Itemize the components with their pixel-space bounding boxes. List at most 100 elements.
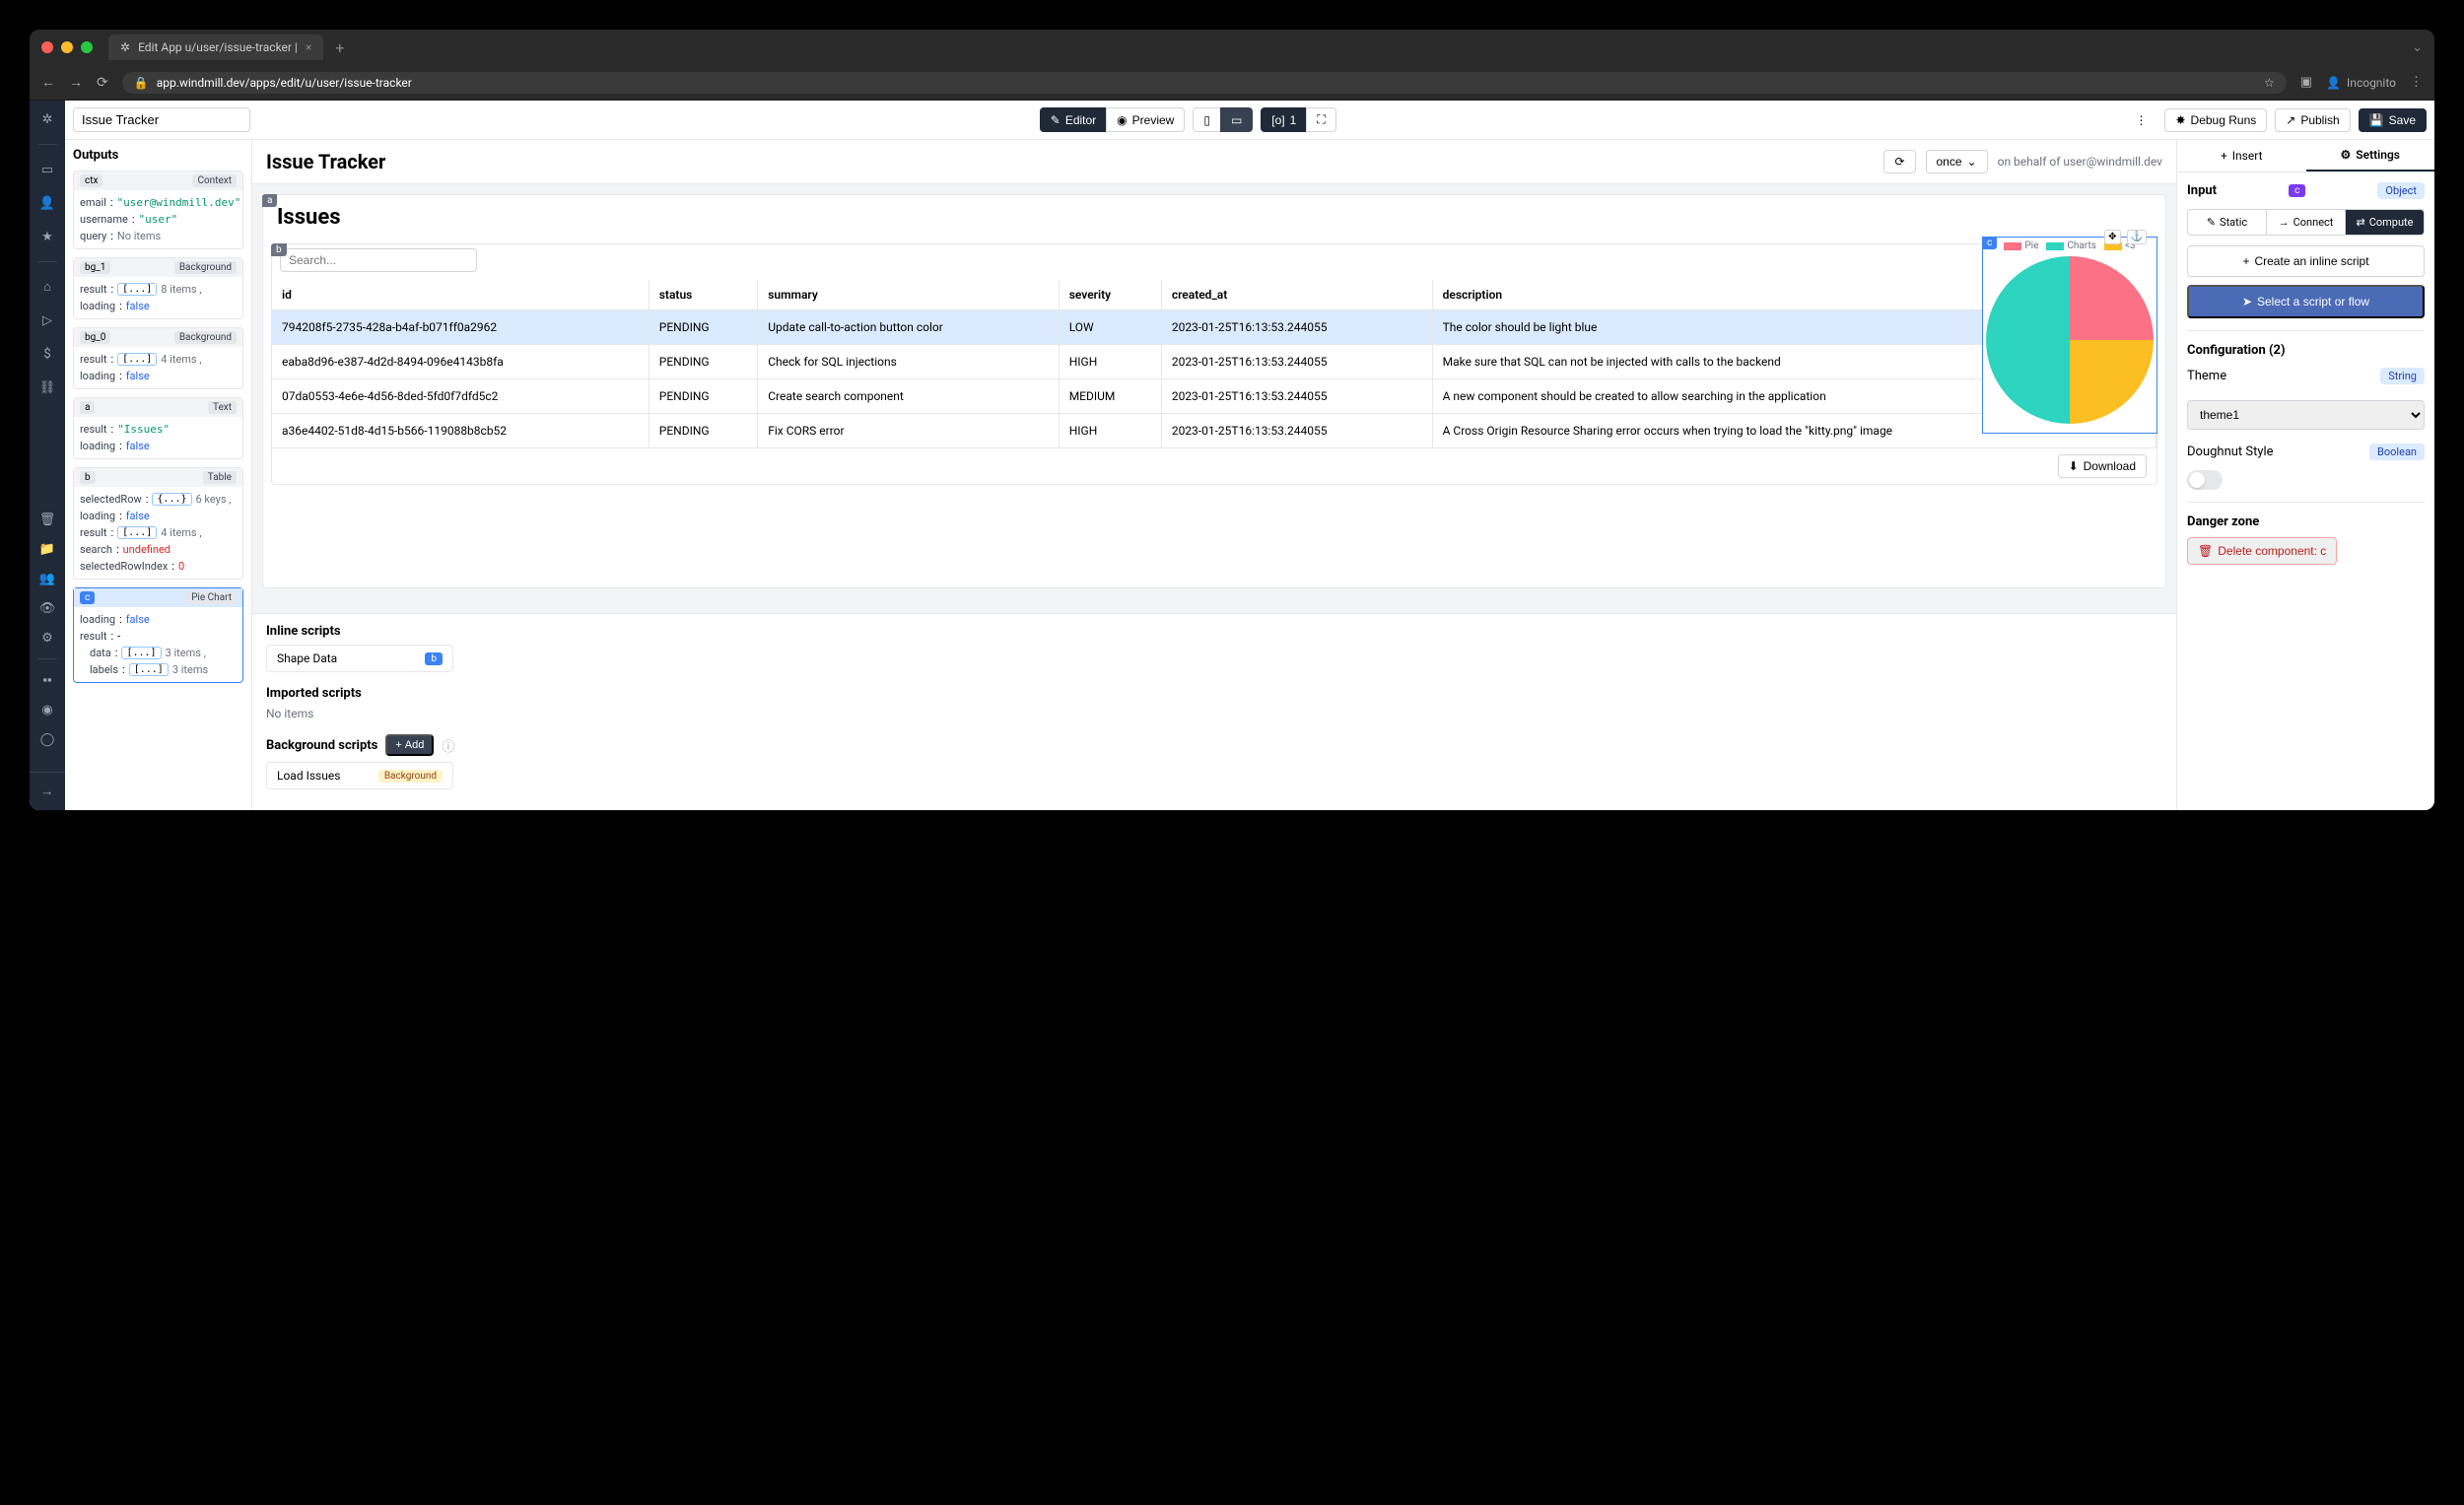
download-button[interactable]: ⬇Download — [2058, 454, 2147, 478]
component-table[interactable]: b ⟳ id status summary severity — [271, 243, 2157, 485]
doughnut-toggle[interactable] — [2187, 470, 2223, 490]
download-icon: ⬇ — [2069, 459, 2079, 473]
users-icon[interactable]: 👥 — [38, 570, 56, 587]
app-name-input[interactable] — [73, 107, 250, 132]
canvas-toolbar: Issue Tracker ⟳ once ⌄ on behalf of user… — [252, 140, 2176, 184]
delete-component-button[interactable]: 🗑Delete component: c — [2187, 537, 2337, 565]
tab-title: Edit App u/user/issue-tracker | — [138, 40, 298, 54]
input-type-badge: Object — [2377, 182, 2425, 199]
lock-icon: 🔒 — [134, 76, 149, 90]
col-summary[interactable]: summary — [758, 280, 1059, 310]
seg-compute[interactable]: ⇄Compute — [2346, 210, 2424, 235]
panel-icon[interactable]: ▣ — [2300, 75, 2312, 90]
share-icon: ↗ — [2286, 113, 2295, 127]
output-box-a[interactable]: aText result : "Issues" loading : false — [73, 397, 243, 459]
scripts-panel: Inline scripts Shape Data b Imported scr… — [252, 613, 2176, 810]
trash-icon[interactable]: 🗑 — [38, 511, 56, 528]
background-script-item[interactable]: Load Issues Background — [266, 762, 453, 789]
new-tab-button[interactable]: + — [335, 38, 344, 57]
forward-icon[interactable]: → — [69, 74, 83, 91]
table-row[interactable]: a36e4402-51d8-4d15-b566-119088b8cb52 PEN… — [272, 414, 2156, 448]
col-created[interactable]: created_at — [1161, 280, 1432, 310]
select-script-flow-button[interactable]: ➤Select a script or flow — [2187, 285, 2425, 318]
create-inline-script-button[interactable]: +Create an inline script — [2187, 245, 2425, 277]
col-severity[interactable]: severity — [1059, 280, 1161, 310]
theme-select[interactable]: theme1 — [2187, 400, 2425, 430]
star-filled-icon[interactable]: ★ — [38, 228, 56, 245]
component-pie-chart[interactable]: c ✥ ⚓ Pie Charts <3 — [1982, 237, 2157, 434]
github-icon[interactable]: ◯ — [38, 730, 56, 748]
comp-badge-b: b — [271, 243, 287, 256]
table-row[interactable]: 794208f5-2735-428a-b4af-b071ff0a2962 PEN… — [272, 310, 2156, 345]
page-icon[interactable]: ▭ — [38, 161, 56, 178]
url-input[interactable]: 🔒 app.windmill.dev/apps/edit/u/user/issu… — [122, 72, 2287, 94]
browser-titlebar: ✲ Edit App u/user/issue-tracker | × + ⌄ — [30, 30, 2434, 65]
table-search-input[interactable] — [280, 248, 477, 272]
more-menu-button[interactable]: ⋮ — [2125, 109, 2156, 131]
output-box-bg1[interactable]: bg_1Background result : [...] 8 items , … — [73, 257, 243, 319]
col-id[interactable]: id — [272, 280, 649, 310]
plus-icon: + — [2221, 149, 2227, 163]
on-behalf-label: on behalf of user@windmill.dev — [1998, 155, 2162, 169]
col-status[interactable]: status — [649, 280, 757, 310]
pie-chart-visual — [1986, 256, 2154, 424]
seg-static[interactable]: ✎Static — [2188, 210, 2267, 235]
trigger-once-dropdown[interactable]: once ⌄ — [1926, 150, 1988, 173]
anchor-handle-icon[interactable]: ⚓ — [2127, 230, 2147, 244]
window-max-icon[interactable] — [81, 41, 93, 53]
desktop-width-button[interactable]: ▭ — [1220, 107, 1253, 132]
save-button[interactable]: 💾Save — [2359, 108, 2427, 132]
tab-close-icon[interactable]: × — [306, 40, 311, 54]
folder-icon[interactable]: 📁 — [38, 540, 56, 558]
imported-scripts-title: Imported scripts — [266, 686, 2162, 701]
browser-menu-icon[interactable]: ⋮ — [2410, 75, 2423, 90]
fullscreen-button[interactable]: ⛶ — [1306, 107, 1335, 132]
output-box-c[interactable]: cPie Chart loading : false result : - da… — [73, 587, 243, 683]
book-icon[interactable]: ▪▪ — [38, 671, 56, 689]
url-text: app.windmill.dev/apps/edit/u/user/issue-… — [157, 76, 412, 90]
discord-icon[interactable]: ◉ — [38, 701, 56, 718]
code-icon: ⇄ — [2357, 216, 2365, 229]
windmill-logo-icon[interactable]: ✲ — [38, 110, 56, 128]
tab-settings[interactable]: ⚙Settings — [2306, 140, 2435, 171]
preview-mode-button[interactable]: ◉Preview — [1106, 107, 1185, 132]
info-icon[interactable]: ⓘ — [442, 736, 454, 755]
output-box-bg0[interactable]: bg_0Background result : [...] 4 items , … — [73, 327, 243, 389]
browser-tab[interactable]: ✲ Edit App u/user/issue-tracker | × — [108, 34, 323, 60]
arrow-icon: → — [2279, 216, 2290, 229]
expand-rail-icon[interactable]: → — [38, 783, 56, 800]
tab-insert[interactable]: +Insert — [2177, 140, 2306, 171]
home-icon[interactable]: ⌂ — [38, 278, 56, 296]
reload-icon[interactable]: ⟳ — [97, 75, 108, 91]
link-icon[interactable]: ⛓ — [38, 378, 56, 396]
issues-table: id status summary severity created_at de… — [272, 280, 2156, 447]
chevron-down-icon[interactable]: ⌄ — [2412, 40, 2423, 55]
table-row[interactable]: 07da0553-4e6e-4d56-8ded-5fd0f7dfd5c2 PEN… — [272, 379, 2156, 414]
eye-icon[interactable]: 👁 — [38, 599, 56, 617]
publish-button[interactable]: ↗Publish — [2275, 108, 2350, 132]
inline-script-item[interactable]: Shape Data b — [266, 645, 453, 672]
trash-icon: 🗑 — [2198, 544, 2213, 558]
output-box-ctx[interactable]: ctxContext email : "user@windmill.dev" u… — [73, 171, 243, 249]
seg-connect[interactable]: →Connect — [2267, 210, 2346, 235]
play-icon[interactable]: ▷ — [38, 311, 56, 329]
star-icon[interactable]: ☆ — [2264, 76, 2275, 90]
debug-runs-button[interactable]: ✸Debug Runs — [2164, 108, 2267, 132]
component-title[interactable]: a Issues — [263, 195, 2165, 239]
add-background-script-button[interactable]: +Add — [385, 734, 434, 756]
dollar-icon[interactable]: $ — [38, 345, 56, 363]
mobile-width-button[interactable]: ▯ — [1193, 107, 1221, 132]
canvas-main[interactable]: a Issues b ⟳ id status — [252, 184, 2176, 613]
table-row[interactable]: eaba8d96-e387-4d2d-8494-096e4143b8fa PEN… — [272, 345, 2156, 379]
window-close-icon[interactable] — [41, 41, 53, 53]
move-handle-icon[interactable]: ✥ — [2104, 230, 2120, 244]
gear-icon[interactable]: ⚙ — [38, 629, 56, 647]
back-icon[interactable]: ← — [41, 74, 55, 91]
layout-counter-button[interactable]: [o] 1 — [1261, 107, 1307, 132]
comp-id-badge: c — [2289, 184, 2305, 197]
refresh-all-button[interactable]: ⟳ — [1883, 150, 1915, 173]
user-icon[interactable]: 👤 — [38, 194, 56, 212]
output-box-b[interactable]: bTable selectedRow : {...} 6 keys , load… — [73, 467, 243, 580]
editor-mode-button[interactable]: ✎Editor — [1040, 107, 1107, 132]
window-min-icon[interactable] — [61, 41, 73, 53]
